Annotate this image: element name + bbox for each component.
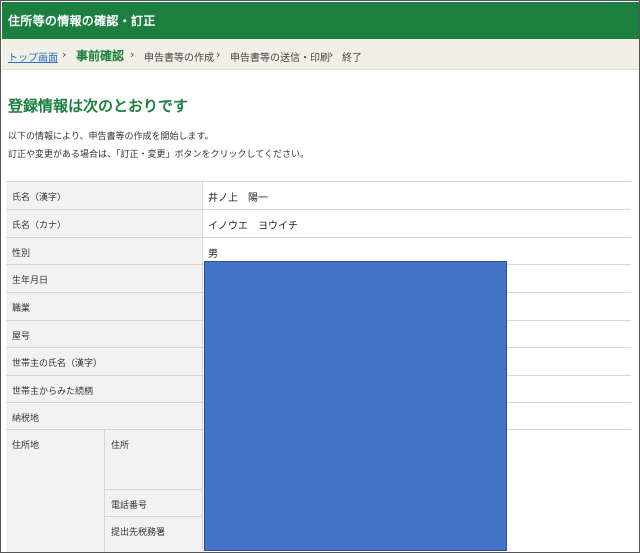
row-label: 性別 xyxy=(12,249,31,259)
page-title: 登録情報は次のとおりです xyxy=(8,97,189,115)
row-label: 世帯主の氏名（漢字） xyxy=(12,359,103,369)
breadcrumb-separator: › xyxy=(62,48,67,61)
description-line: 以下の情報により、申告書等の作成を開始します。 xyxy=(8,132,214,142)
header-bar: 住所等の情報の確認・訂正 xyxy=(2,2,639,39)
row-label: 氏名（漢字） xyxy=(12,193,67,203)
registration-table: 氏名（漢字） 井ノ上 陽一 氏名（カナ） イノウエ ヨウイチ 性別 男 生年月日… xyxy=(6,181,631,552)
breadcrumb-top-link[interactable]: トップ画面 xyxy=(8,49,58,64)
table-row: 提出先税務署 xyxy=(105,517,203,552)
table-row: 電話番号 xyxy=(105,490,203,517)
address-group-label: 住所地 xyxy=(12,441,40,451)
page-header-title: 住所等の情報の確認・訂正 xyxy=(8,14,156,28)
row-label: 氏名（カナ） xyxy=(12,221,67,231)
row-value: イノウエ ヨウイチ xyxy=(208,221,298,232)
table-row: 住所 xyxy=(105,430,203,490)
row-value: 男 xyxy=(208,249,218,260)
page-frame: 住所等の情報の確認・訂正 トップ画面 › 事前確認 › 申告書等の作成 › 申告… xyxy=(0,0,640,553)
table-row: 氏名（カナ） イノウエ ヨウイチ xyxy=(6,210,631,238)
breadcrumb-separator: › xyxy=(216,48,221,61)
row-label: 屋号 xyxy=(12,332,31,342)
row-value: 井ノ上 陽一 xyxy=(208,193,268,204)
redaction-block xyxy=(204,261,507,551)
description-line: 訂正や変更がある場合は、「訂正・変更」ボタンをクリックしてください。 xyxy=(8,150,309,160)
row-label: 納税地 xyxy=(12,414,40,424)
breadcrumb-current-step: 事前確認 xyxy=(76,49,125,63)
row-label: 住所 xyxy=(111,441,130,451)
row-label: 提出先税務署 xyxy=(111,528,166,538)
breadcrumb-step: 申告書等の作成 xyxy=(144,53,214,64)
row-label: 電話番号 xyxy=(111,501,148,511)
table-row: 氏名（漢字） 井ノ上 陽一 xyxy=(6,182,631,210)
row-label: 職業 xyxy=(12,304,31,314)
breadcrumb-separator: › xyxy=(329,48,334,61)
breadcrumb-separator: › xyxy=(130,48,135,61)
breadcrumb: トップ画面 › 事前確認 › 申告書等の作成 › 申告書等の送信・印刷 › 終了 xyxy=(2,39,639,70)
breadcrumb-step: 終了 xyxy=(342,53,362,64)
breadcrumb-step: 申告書等の送信・印刷 xyxy=(230,53,330,64)
row-label: 生年月日 xyxy=(12,276,49,286)
row-label: 世帯主からみた続柄 xyxy=(12,387,94,397)
